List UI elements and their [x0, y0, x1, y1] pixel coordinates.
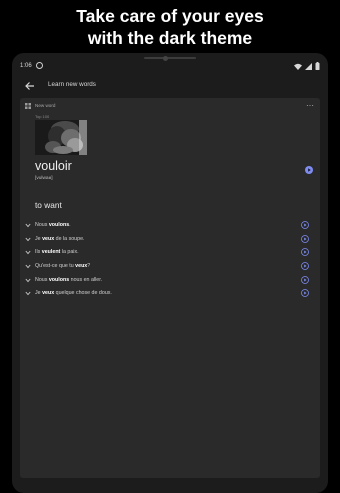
notification-icon [36, 62, 43, 69]
grid-icon [25, 103, 31, 109]
example-sentence: Nous voulons. [35, 222, 71, 228]
play-audio-icon[interactable] [301, 248, 309, 257]
play-audio-icon[interactable] [301, 221, 309, 229]
play-audio-icon[interactable] [305, 166, 313, 174]
word-card: New word ⋯ Top 100 vouloir [vulwaʁ] to w… [20, 98, 320, 478]
example-sentence: Nous voulons nous en aller. [35, 276, 103, 283]
play-audio-icon[interactable] [301, 262, 309, 270]
word-transcription: [vulwaʁ] [35, 176, 53, 181]
signal-icon [305, 62, 312, 70]
chevron-down-icon[interactable] [25, 223, 31, 228]
chevron-down-icon[interactable] [25, 278, 31, 283]
status-bar: 1:06 [18, 62, 322, 72]
status-icons [294, 62, 320, 70]
example-row[interactable]: Qu'est-ce que tu veux? [25, 262, 317, 276]
promo-headline-line1: Take care of your eyes [76, 6, 264, 26]
word-translation: to want [35, 200, 62, 210]
app-bar-title: Learn new words [48, 81, 96, 88]
chevron-down-icon[interactable] [25, 237, 31, 242]
topic-label: Top 100 [35, 114, 50, 119]
example-row[interactable]: Ils veulent la paix. [25, 248, 317, 262]
chevron-down-icon[interactable] [25, 250, 31, 255]
promo-headline-line2: with the dark theme [87, 28, 253, 48]
battery-icon [315, 62, 320, 70]
example-row[interactable]: Nous voulons. [25, 221, 317, 235]
example-sentence: Je veux quelque chose de doux. [35, 290, 112, 297]
example-sentence: Je veux de la soupe. [35, 235, 85, 242]
example-sentence: Qu'est-ce que tu veux? [35, 263, 91, 270]
app-bar: Learn new words [18, 75, 322, 97]
target-word: vouloir [35, 159, 72, 173]
device-speaker [144, 57, 196, 59]
chevron-down-icon[interactable] [25, 291, 31, 296]
play-audio-icon[interactable] [301, 234, 309, 243]
examples-list: Nous voulons. Je veux de la soupe. Ils v… [25, 221, 317, 303]
arrow-left-icon[interactable] [23, 79, 37, 93]
card-label: New word [35, 103, 56, 108]
status-time: 1:06 [20, 63, 32, 69]
device-camera [163, 56, 168, 61]
promo-headline: Take care of your eyes with the dark the… [0, 5, 340, 49]
word-photo [35, 120, 87, 155]
more-horizontal-icon[interactable]: ⋯ [306, 102, 314, 110]
chevron-down-icon[interactable] [25, 264, 31, 269]
example-sentence: Ils veulent la paix. [35, 249, 79, 256]
example-row[interactable]: Nous voulons nous en aller. [25, 275, 317, 290]
play-audio-icon[interactable] [301, 289, 309, 298]
example-row[interactable]: Je veux de la soupe. [25, 234, 317, 249]
example-row[interactable]: Je veux quelque chose de doux. [25, 289, 317, 303]
play-audio-icon[interactable] [301, 275, 309, 284]
card-header: New word ⋯ [25, 102, 315, 112]
wifi-icon [294, 63, 302, 70]
